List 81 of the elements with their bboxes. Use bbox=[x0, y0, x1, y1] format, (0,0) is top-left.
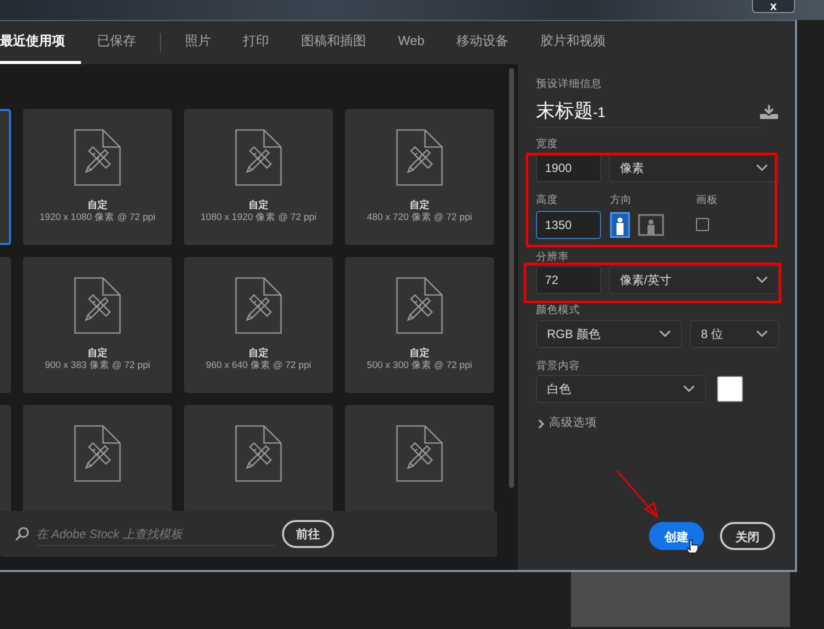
section-heading: 预设详细信息 bbox=[536, 78, 603, 91]
portrait-icon[interactable] bbox=[610, 212, 630, 238]
field-label: 分辨率 bbox=[536, 250, 570, 264]
dropdown-value: 8 位 bbox=[701, 326, 724, 343]
chevron-down-icon bbox=[756, 276, 768, 284]
field-label: 方向 bbox=[610, 194, 633, 207]
dropdown-value: 像素/英寸 bbox=[620, 272, 672, 290]
document-icon bbox=[74, 129, 121, 186]
field-label: 高度 bbox=[536, 194, 559, 207]
field-label: 背景内容 bbox=[536, 360, 581, 372]
preset-name: 自定 bbox=[410, 348, 430, 360]
preset-card[interactable]: 自定 960 x 640 像素 @ 72 ppi bbox=[184, 257, 333, 393]
preset-name: 自定 bbox=[88, 200, 108, 212]
go-button[interactable]: 前往 bbox=[282, 520, 334, 548]
preset-name: 自定 bbox=[248, 200, 268, 212]
document-name-field[interactable]: 末标题-1 bbox=[536, 100, 606, 124]
save-preset-icon[interactable] bbox=[759, 104, 779, 120]
chevron-down-icon bbox=[756, 164, 768, 172]
preset-size: 1080 x 1920 像素 @ 72 ppi bbox=[200, 212, 316, 224]
scrollbar[interactable] bbox=[509, 68, 514, 488]
preset-size: 1920 x 1080 像素 @ 72 ppi bbox=[40, 212, 156, 224]
close-button[interactable]: 关闭 bbox=[720, 522, 775, 550]
annotation-arrow bbox=[616, 470, 658, 519]
document-icon bbox=[396, 129, 443, 186]
dropdown-value: 像素 bbox=[620, 160, 644, 177]
tab[interactable]: 照片 bbox=[169, 21, 227, 64]
dropdown-value: 白色 bbox=[547, 381, 571, 398]
preset-name: 自定 bbox=[88, 348, 108, 360]
preset-card[interactable]: 自定 500 x 300 像素 @ 72 ppi bbox=[345, 257, 494, 393]
preset-card[interactable] bbox=[23, 405, 172, 511]
search-field[interactable]: 在 Adobe Stock 上查找模板 bbox=[36, 522, 276, 546]
tab[interactable]: 已保存 bbox=[81, 21, 152, 64]
close-button[interactable]: x bbox=[752, 0, 795, 13]
tab[interactable]: Web bbox=[382, 21, 440, 64]
landscape-icon[interactable] bbox=[638, 214, 664, 236]
document-icon bbox=[235, 129, 282, 186]
preset-card[interactable] bbox=[345, 405, 494, 511]
dropdown[interactable]: 像素 bbox=[609, 154, 779, 182]
preset-card[interactable]: 自定 900 x 383 像素 @ 72 ppi bbox=[23, 257, 172, 393]
chevron-down-icon bbox=[756, 330, 768, 338]
tab[interactable]: 最近使用项 bbox=[0, 21, 81, 64]
field-label: 宽度 bbox=[536, 138, 559, 151]
width-field[interactable]: 1900 bbox=[536, 154, 601, 182]
dropdown[interactable]: 白色 bbox=[536, 375, 706, 404]
preset-card[interactable]: 自定 1920 x 1080 像素 @ 72 ppi bbox=[23, 109, 172, 245]
preset-name: 自定 bbox=[410, 200, 430, 212]
preset-card[interactable]: 自定 1080 x 1920 像素 @ 72 ppi bbox=[184, 109, 333, 245]
document-icon bbox=[235, 425, 282, 482]
field-label: 颜色模式 bbox=[536, 304, 581, 317]
tab[interactable]: 移动设备 bbox=[440, 21, 524, 64]
chevron-right-icon bbox=[536, 418, 546, 429]
preset-size: 960 x 640 像素 @ 72 ppi bbox=[206, 360, 312, 372]
color-swatch[interactable] bbox=[717, 376, 743, 402]
search-icon bbox=[14, 526, 30, 542]
create-button[interactable]: 创建 bbox=[649, 522, 704, 550]
dropdown[interactable]: 8 位 bbox=[690, 320, 779, 348]
advanced-options-toggle[interactable]: 高级选项 bbox=[536, 415, 779, 433]
height-field[interactable]: 1350 bbox=[536, 210, 601, 239]
preset-card[interactable]: 自定 480 x 720 像素 @ 72 ppi bbox=[345, 109, 494, 245]
tab[interactable]: 胶片和视频 bbox=[524, 21, 622, 64]
document-icon bbox=[396, 277, 443, 334]
preset-size: 900 x 383 像素 @ 72 ppi bbox=[44, 360, 150, 372]
dropdown[interactable]: RGB 颜色 bbox=[536, 320, 682, 348]
document-icon bbox=[235, 277, 282, 334]
preset-size: 480 x 720 像素 @ 72 ppi bbox=[366, 212, 472, 224]
document-icon bbox=[74, 425, 121, 482]
dropdown[interactable]: 像素/英寸 bbox=[609, 266, 779, 294]
preset-card[interactable] bbox=[184, 405, 333, 511]
tab[interactable]: 打印 bbox=[227, 21, 285, 64]
hand-cursor-icon bbox=[686, 540, 698, 554]
field-label: 画板 bbox=[696, 194, 718, 207]
resolution-field[interactable]: 72 bbox=[536, 266, 601, 294]
preset-size: 500 x 300 像素 @ 72 ppi bbox=[366, 360, 472, 372]
preset-name: 自定 bbox=[248, 348, 268, 360]
document-icon bbox=[74, 277, 121, 334]
dropdown-value: RGB 颜色 bbox=[547, 326, 600, 343]
checkbox[interactable] bbox=[696, 218, 709, 232]
document-icon bbox=[396, 425, 443, 482]
chevron-down-icon bbox=[683, 385, 695, 394]
chevron-down-icon bbox=[659, 330, 671, 338]
tab[interactable]: 图稿和插图 bbox=[285, 21, 382, 64]
